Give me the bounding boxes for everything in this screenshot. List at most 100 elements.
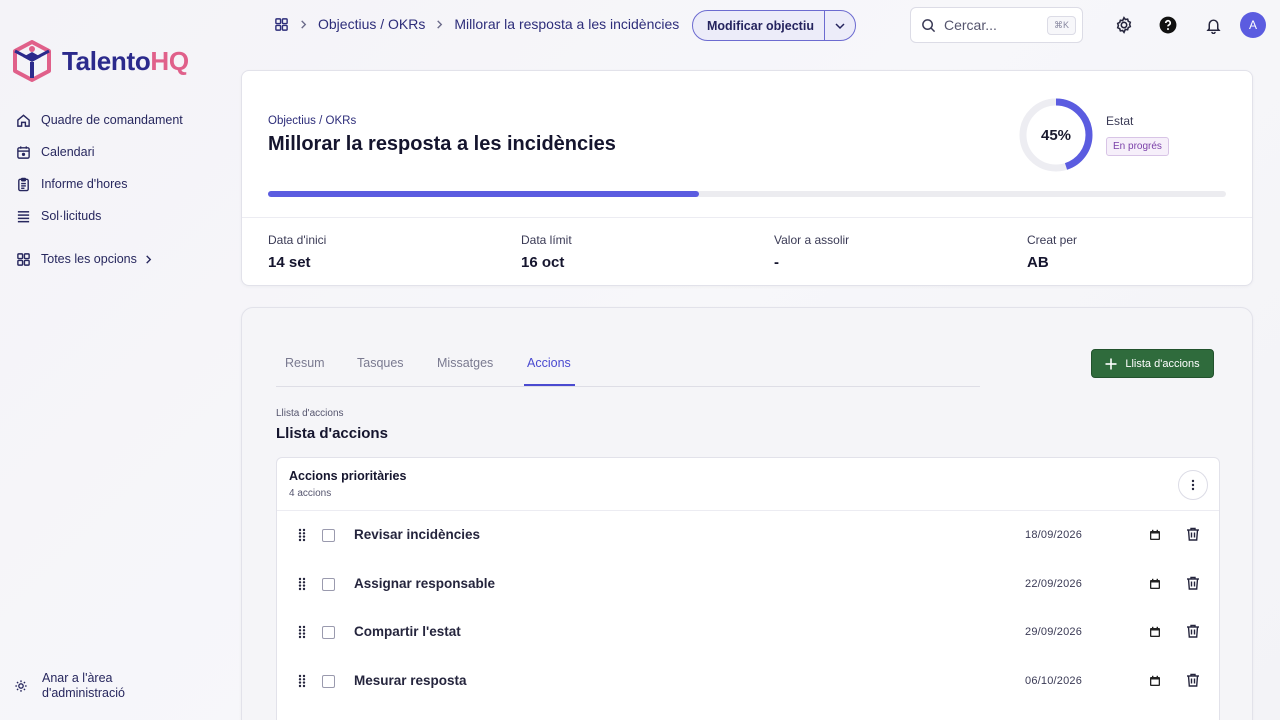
chevron-down-icon xyxy=(835,22,845,29)
calendar-icon[interactable] xyxy=(1149,675,1161,687)
add-action-list-button[interactable]: Llista d'accions xyxy=(1091,349,1214,378)
list-item[interactable]: Assignar responsable 22/09/2026 xyxy=(277,560,1219,609)
modify-dropdown-toggle[interactable] xyxy=(824,11,855,40)
grid-icon xyxy=(17,252,30,266)
modify-objective-label: Modificar objectiu xyxy=(707,18,814,33)
meta-created-by: Creat per AB xyxy=(1027,233,1077,271)
calendar-icon[interactable] xyxy=(1149,578,1161,590)
action-list: Accions prioritàries 4 accions Revisar i… xyxy=(276,457,1220,720)
action-list-count: 4 accions xyxy=(289,488,332,499)
meta-due-date: Data límit 16 oct xyxy=(521,233,572,271)
sidebar: TalentoHQ Quadre de comandament Calendar… xyxy=(0,0,230,720)
action-checkbox[interactable] xyxy=(322,626,335,640)
action-list-title: Accions prioritàries xyxy=(289,469,407,483)
sidebar-item-label: Quadre de comandament xyxy=(41,113,183,127)
actions-panel: Resum Tasques Missatges Accions Llista d… xyxy=(241,307,1253,720)
calendar-icon[interactable] xyxy=(1149,529,1161,541)
meta-target-value: Valor a assolir - xyxy=(774,233,849,271)
sidebar-item-calendar[interactable]: Calendari xyxy=(16,142,183,162)
drag-handle-icon[interactable] xyxy=(297,528,307,542)
more-vertical-icon xyxy=(1191,479,1195,491)
logo[interactable]: TalentoHQ xyxy=(12,40,189,82)
drag-handle-icon[interactable] xyxy=(297,577,307,591)
meta-value: AB xyxy=(1027,254,1049,271)
trash-icon[interactable] xyxy=(1185,623,1201,639)
tab-summary[interactable]: Resum xyxy=(285,356,325,370)
action-date-input[interactable]: 18/09/2026 xyxy=(1025,529,1082,541)
breadcrumb-item[interactable]: Objectius / OKRs xyxy=(318,16,425,32)
list-item[interactable]: Revisar incidències 18/09/2026 xyxy=(277,511,1219,560)
progress-percent: 45% xyxy=(1040,126,1072,144)
calendar-icon[interactable] xyxy=(1149,626,1161,638)
sidebar-nav: Quadre de comandament Calendari Informe … xyxy=(16,110,183,281)
sidebar-item-timesheet[interactable]: Informe d'hores xyxy=(16,174,183,194)
meta-key: Data límit xyxy=(521,233,572,247)
modify-objective-button[interactable]: Modificar objectiu xyxy=(692,10,856,41)
drag-handle-icon[interactable] xyxy=(297,674,307,688)
help-icon xyxy=(1159,16,1177,34)
home-icon xyxy=(17,113,30,127)
admin-label-line2: d'administració xyxy=(42,686,125,700)
meta-value: - xyxy=(774,254,779,271)
section-title: Llista d'accions xyxy=(276,425,388,442)
action-name: Revisar incidències xyxy=(354,527,481,542)
meta-key: Valor a assolir xyxy=(774,233,850,247)
more-options-button[interactable] xyxy=(1178,470,1208,500)
help-button[interactable] xyxy=(1158,15,1178,35)
action-name: Compartir l'estat xyxy=(354,624,461,640)
action-checkbox[interactable] xyxy=(322,529,335,542)
breadcrumb: Objectius / OKRs Millorar la resposta a … xyxy=(274,16,679,32)
sidebar-item-label: Informe d'hores xyxy=(41,177,128,191)
admin-label-line1: Anar a l'àrea xyxy=(42,671,113,685)
trash-icon[interactable] xyxy=(1185,526,1201,542)
objective-card: Objectius / OKRs Millorar la resposta a … xyxy=(241,70,1253,286)
avatar[interactable]: A xyxy=(1240,12,1266,38)
action-checkbox[interactable] xyxy=(322,577,335,591)
trash-icon[interactable] xyxy=(1185,672,1201,688)
progress-bar xyxy=(268,191,1226,197)
calendar-icon xyxy=(17,145,30,159)
action-date-input[interactable]: 22/09/2026 xyxy=(1025,578,1082,590)
meta-value: 16 oct xyxy=(521,254,565,271)
search-box[interactable]: Cercar... ⌘K xyxy=(910,7,1083,43)
sidebar-item-label: Sol·licituds xyxy=(41,209,102,223)
sidebar-item-dashboard[interactable]: Quadre de comandament xyxy=(16,110,183,130)
admin-label: Anar a l'àrea d'administració xyxy=(42,671,125,701)
chevron-right-icon xyxy=(437,19,443,29)
page-title: Millorar la resposta a les incidències xyxy=(268,133,616,155)
chevron-right-icon xyxy=(146,254,152,264)
trash-icon[interactable] xyxy=(1185,575,1201,591)
gear-icon xyxy=(15,680,27,692)
action-list-header: Accions prioritàries 4 accions xyxy=(277,458,1219,511)
gear-icon xyxy=(1116,16,1132,34)
objective-category[interactable]: Objectius / OKRs xyxy=(268,115,356,127)
drag-handle-icon[interactable] xyxy=(297,625,307,639)
action-name: Assignar responsable xyxy=(354,575,496,591)
action-checkbox[interactable] xyxy=(322,675,335,689)
settings-button[interactable] xyxy=(1114,15,1134,35)
action-date-input[interactable]: 06/10/2026 xyxy=(1025,675,1082,687)
sidebar-item-requests[interactable]: Sol·licituds xyxy=(16,206,183,226)
tab-bar: Resum Tasques Missatges Accions xyxy=(276,344,980,387)
search-input[interactable]: Cercar... xyxy=(944,17,997,33)
grid-icon[interactable] xyxy=(274,17,289,32)
sidebar-item-all-options[interactable]: Totes les opcions xyxy=(16,249,183,269)
divider xyxy=(242,217,1252,218)
admin-area-link[interactable]: Anar a l'àrea d'administració xyxy=(14,671,125,701)
list-icon xyxy=(17,210,30,222)
status-badge: En progrés xyxy=(1106,137,1169,156)
add-action-list-label: Llista d'accions xyxy=(1125,357,1200,370)
plus-icon xyxy=(1105,358,1117,369)
list-item[interactable]: Mesurar resposta 06/10/2026 xyxy=(277,657,1219,706)
notifications-button[interactable] xyxy=(1203,15,1223,35)
action-date-input[interactable]: 29/09/2026 xyxy=(1025,626,1082,638)
breadcrumb-item[interactable]: Millorar la resposta a les incidències xyxy=(454,16,679,32)
tab-messages[interactable]: Missatges xyxy=(437,356,493,370)
tab-tasks[interactable]: Tasques xyxy=(357,356,404,370)
tab-actions[interactable]: Accions xyxy=(527,356,571,370)
cube-logo-icon xyxy=(13,40,51,82)
search-icon xyxy=(922,18,936,32)
status-label: Estat xyxy=(1106,114,1134,128)
list-item[interactable]: Compartir l'estat 29/09/2026 xyxy=(277,608,1219,657)
progress-bar-fill xyxy=(268,191,700,197)
